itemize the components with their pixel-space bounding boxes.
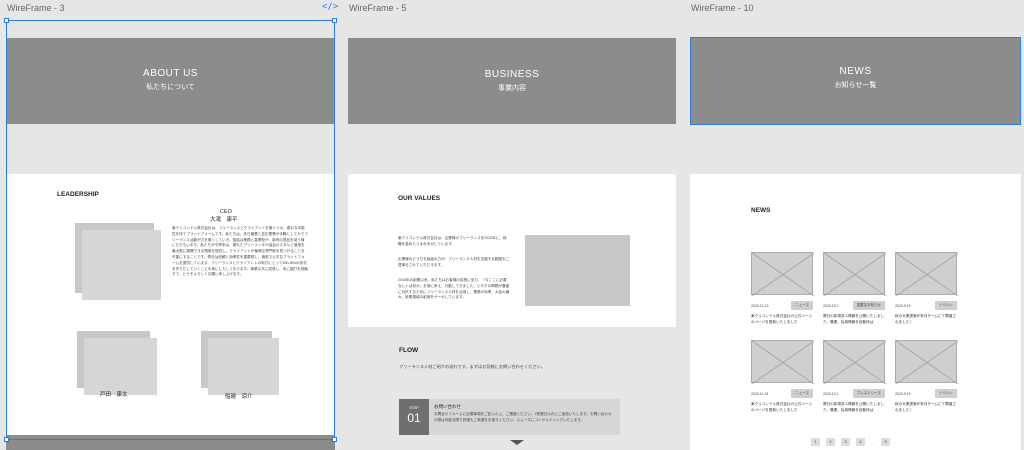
- wireframe-business[interactable]: BUSINESS 事業内容 OUR VALUES 東クリコンテル株式会社は、企業…: [348, 20, 676, 450]
- business-hero: BUSINESS 事業内容: [348, 38, 676, 124]
- news-thumbnail: [751, 340, 814, 384]
- top-band: [6, 20, 335, 38]
- news-hero[interactable]: NEWS お知らせ一覧: [690, 38, 1021, 124]
- ceo-name: 大滝 康平: [210, 217, 238, 223]
- light-band: [6, 124, 335, 174]
- news-tag: 重要なお知らせ: [852, 301, 885, 310]
- hero-title: BUSINESS: [484, 69, 540, 80]
- pagination: 1 2 3 4 … 9: [811, 438, 890, 446]
- flow-description: フリーランス人材ご紹介の流れです。まずはお気軽にお問い合わせください。: [399, 364, 545, 369]
- values-para-2: 企業様のどうちを組組の力が、フリーランス人材を支援する範囲をご提事をさせていただ…: [398, 257, 510, 267]
- news-date: 2023.12.15: [751, 303, 769, 308]
- flow-step-1: STEP 01 お問い合わせ お問合せフォームに必要事項をご記入の上、ご連絡くだ…: [399, 399, 620, 435]
- news-card[interactable]: 2023.10.1 プレスリリース 弊社の新規求人情報を公開いたしました。職業、採…: [823, 340, 886, 413]
- page-button[interactable]: 3: [841, 438, 850, 446]
- news-text: 東クリコンテル株式会社の公式ページのページを更新いたしました: [751, 314, 813, 324]
- step-label: STEP: [409, 406, 419, 410]
- news-thumbnail: [823, 340, 886, 384]
- news-tag: イベント: [935, 389, 957, 398]
- news-thumbnail: [823, 252, 886, 296]
- news-tag: ニュース: [791, 301, 813, 310]
- news-text: 秋の大業提案が来月チームにて開催されました！: [895, 402, 956, 412]
- values-image: [525, 235, 630, 306]
- frame-title-3[interactable]: WireFrame - 3: [7, 3, 65, 13]
- wireframe-news[interactable]: NEWS お知らせ一覧 NEWS 2023.12.15 ニュース 東クリコンテル株…: [690, 20, 1021, 450]
- step-number: 01: [407, 411, 421, 425]
- ceo-message: 東クリコンテル株式会社は、フリーランスとクライアントを繋ぐつの、優れな可能性を持…: [172, 226, 308, 277]
- hero-title: NEWS: [839, 66, 872, 77]
- flow-title: FLOW: [399, 347, 419, 354]
- news-tag: プレスリリース: [852, 389, 885, 398]
- member2-photo: [208, 338, 279, 395]
- top-band: [348, 20, 676, 38]
- page-button[interactable]: 4: [856, 438, 865, 446]
- news-thumbnail: [751, 252, 814, 296]
- wireframe-about[interactable]: ABOUT US 私たちについて LEADERSHIP CEO 大滝 康平 東ク…: [6, 20, 335, 450]
- footer-band: [6, 435, 335, 450]
- news-text: 秋の大業提案が来月チームにて開催されました！: [895, 314, 956, 324]
- page-button[interactable]: 2: [826, 438, 835, 446]
- news-card[interactable]: 2023.11.15 ニュース 東クリコンテル株式会社の公式ページのページを更新い…: [751, 340, 814, 413]
- news-date: 2023.9.10: [895, 303, 911, 308]
- step-number-block: STEP 01: [399, 399, 429, 435]
- frame-title-5[interactable]: WireFrame - 5: [349, 3, 407, 13]
- hero-title: ABOUT US: [143, 68, 198, 79]
- photo-placeholder: [82, 230, 161, 300]
- news-tag: ニュース: [791, 389, 813, 398]
- step-title: お問い合わせ: [434, 404, 461, 409]
- member1-photo: [84, 338, 157, 395]
- news-date: 2023.11.15: [751, 391, 769, 396]
- news-thumbnail: [895, 340, 958, 384]
- page-ellipsis: …: [871, 439, 875, 445]
- section-title: NEWS: [751, 207, 771, 214]
- down-arrow-icon: [510, 440, 524, 445]
- section-title: OUR VALUES: [398, 195, 441, 202]
- values-para-3: 2016年の創業以来、私たちはお客様の成長に全力、「今ここに必要なヒトは何か」を…: [398, 278, 510, 300]
- news-thumbnail: [895, 252, 958, 296]
- page-button[interactable]: 1: [811, 438, 820, 446]
- section-title: LEADERSHIP: [57, 191, 99, 198]
- light-band: [348, 124, 676, 174]
- hero-subtitle: 私たちについて: [146, 84, 195, 91]
- page-button[interactable]: 9: [881, 438, 890, 446]
- hero-subtitle: お知らせ一覧: [834, 82, 877, 89]
- news-date: 2023.9.10: [895, 391, 911, 396]
- top-band: [690, 20, 1021, 38]
- news-text: 弊社の新規求人情報を公開いたしました。職業、採用情報を自動体は: [823, 402, 885, 412]
- news-tag: イベント: [935, 301, 957, 310]
- news-card[interactable]: 2023.10.2 重要なお知らせ 弊社の新規求人情報を公開いたしました。職業、採…: [823, 252, 886, 325]
- resize-handle-tl[interactable]: [4, 18, 9, 23]
- hero-subtitle: 事業内容: [498, 85, 526, 92]
- resize-handle-tr[interactable]: [332, 18, 337, 23]
- member2-name: 船越 涼介: [225, 394, 253, 400]
- code-icon[interactable]: </>: [322, 2, 338, 12]
- news-date: 2023.10.1: [823, 391, 839, 396]
- resize-handle-br[interactable]: [332, 437, 337, 442]
- about-hero: ABOUT US 私たちについて: [6, 38, 335, 124]
- news-text: 東クリコンテル株式会社の公式ページのページを更新いたしました: [751, 402, 813, 412]
- news-card[interactable]: 2023.9.10 イベント 秋の大業提案が来月チームにて開催されました！: [895, 340, 958, 413]
- news-date: 2023.10.2: [823, 303, 839, 308]
- frame-title-10[interactable]: WireFrame - 10: [691, 3, 754, 13]
- step-text: お問合せフォームに必要事項をご記入の上、ご連絡ください。2営業日以内にご返信いた…: [434, 412, 612, 422]
- light-band: [690, 124, 1021, 174]
- news-card[interactable]: 2023.9.10 イベント 秋の大業提案が来月チームにて開催されました！: [895, 252, 958, 325]
- news-text: 弊社の新規求人情報を公開いたしました。職業、採用情報を自動体は: [823, 314, 885, 324]
- news-card[interactable]: 2023.12.15 ニュース 東クリコンテル株式会社の公式ページのページを更新い…: [751, 252, 814, 325]
- values-para-1: 東クリコンテル株式会社は、企業様のフリーランスを2020年に、就職を高めたうまれ…: [398, 236, 507, 246]
- resize-handle-bl[interactable]: [4, 437, 9, 442]
- member1-name: 戸田 康太: [100, 392, 128, 398]
